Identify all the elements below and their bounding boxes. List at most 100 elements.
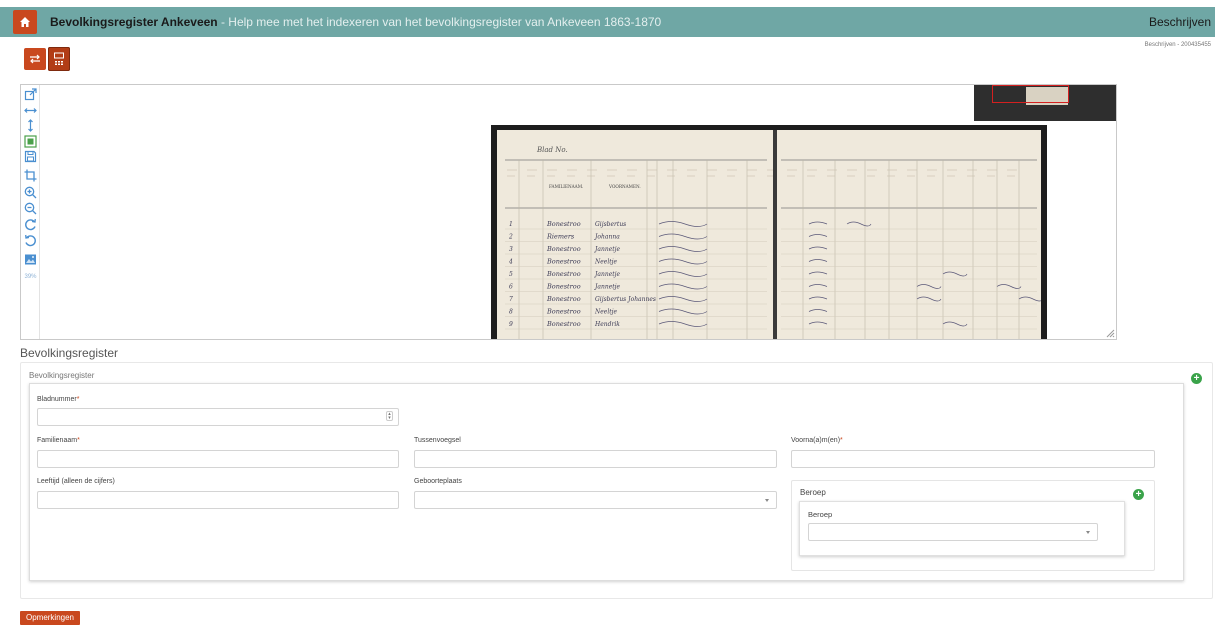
scan-scribble: [808, 309, 828, 312]
scan-familienaam: Bonestroo: [546, 258, 581, 266]
tussenvoegsel-label: Tussenvoegsel: [414, 437, 461, 444]
scan-row-number: 9: [509, 321, 513, 328]
register-scan-image[interactable]: Blad No. FAMILIENAAM. VOORNAMEN. 1 Bonestroo…: [491, 125, 1047, 339]
task-id: Beschrijven - 200435455: [1144, 42, 1211, 48]
scan-voornamen: Neeltje: [594, 309, 618, 316]
scan-scribble: [808, 234, 828, 237]
add-record-button[interactable]: +: [1191, 373, 1202, 384]
scan-row-number: 4: [508, 259, 513, 266]
scan-scribble: [808, 259, 828, 262]
scan-familienaam: Bonestroo: [546, 220, 581, 228]
plus-icon: +: [1193, 373, 1200, 384]
zoom-in-icon[interactable]: [24, 186, 37, 199]
home-icon: [20, 17, 30, 27]
scan-row-number: 3: [509, 246, 513, 253]
scan-familienaam: Bonestroo: [546, 308, 581, 316]
scan-row-number: 1: [509, 221, 513, 228]
scan-column-header: FAMILIENAAM.: [549, 184, 583, 189]
viewer-toolbar: 39%: [21, 85, 40, 339]
scan-scribble: [658, 296, 708, 302]
scan-scribble: [808, 271, 828, 275]
resize-grip-icon[interactable]: [1106, 329, 1115, 338]
scan-row-number: 2: [508, 234, 513, 241]
scan-row-number: 8: [509, 309, 513, 316]
minimap-viewport-frame[interactable]: [992, 85, 1069, 103]
app-title: Bevolkingsregister Ankeveen - Help mee m…: [50, 15, 661, 29]
bladnummer-input[interactable]: [37, 408, 399, 426]
project-title[interactable]: Bevolkingsregister Ankeveen: [50, 15, 218, 29]
scan-scribble: [808, 284, 828, 287]
image-viewer[interactable]: 39% Blad No. FAMILIENAAM. VOORNAMEN. 1 Bones…: [20, 84, 1117, 340]
scan-voornamen: Jannetje: [593, 271, 621, 278]
fit-width-icon[interactable]: [24, 104, 37, 117]
scan-scribble: [658, 233, 708, 240]
scan-scribble: [808, 246, 828, 250]
layout-horizontal-button[interactable]: [24, 48, 46, 70]
scan-scribble: [658, 246, 708, 252]
scan-scribble: [808, 296, 828, 300]
scan-column-header: VOORNAMEN.: [608, 184, 641, 189]
fit-page-icon[interactable]: [24, 135, 37, 148]
scan-scribble: [658, 321, 708, 327]
scan-scribble: [916, 296, 942, 302]
scan-familienaam: Bonestroo: [546, 320, 581, 328]
fit-height-icon[interactable]: [24, 119, 37, 132]
number-spinner-icon[interactable]: ▴ ▾: [386, 411, 393, 421]
scan-familienaam: Riemers: [546, 233, 575, 241]
scan-row-number: 5: [509, 271, 513, 278]
scan-scribble: [808, 221, 828, 225]
familienaam-label: Familienaam*: [37, 437, 80, 444]
register-scan-content: Blad No. FAMILIENAAM. VOORNAMEN. 1 Bonestroo…: [505, 146, 1044, 339]
familienaam-input[interactable]: [37, 450, 399, 468]
plus-icon: +: [1135, 489, 1142, 500]
scan-scribble: [1018, 296, 1044, 302]
beroep-group-title: Beroep: [800, 488, 826, 497]
save-icon[interactable]: [24, 150, 37, 163]
rotate-left-icon[interactable]: [24, 234, 37, 247]
opmerkingen-button[interactable]: Opmerkingen: [20, 611, 80, 625]
layout-stacked-icon: [54, 52, 64, 65]
scan-page: Blad No. FAMILIENAAM. VOORNAMEN. 1 Bonestroo…: [497, 130, 1044, 339]
scan-familienaam: Bonestroo: [546, 295, 581, 303]
leeftijd-input[interactable]: [37, 491, 399, 509]
scan-voornamen: Jannetje: [593, 246, 621, 253]
scan-scribble: [658, 221, 708, 227]
voornamen-input[interactable]: [791, 450, 1155, 468]
layout-vertical-button[interactable]: [48, 47, 70, 71]
crop-icon[interactable]: [24, 169, 37, 182]
external-link-icon[interactable]: [24, 88, 37, 101]
panel-label: Bevolkingsregister: [29, 371, 95, 380]
scan-scribble: [658, 271, 708, 277]
swap-horizontal-icon: [30, 54, 40, 64]
image-icon[interactable]: [24, 253, 37, 266]
scan-familienaam: Bonestroo: [546, 270, 581, 278]
scan-row-number: 6: [509, 284, 513, 291]
scan-scribble: [996, 284, 1022, 289]
scan-voornamen: Gijsbertus: [595, 221, 626, 228]
viewer-minimap[interactable]: [974, 85, 1116, 121]
scan-row-number: 7: [509, 296, 513, 303]
voornamen-label: Voorna(a)m(en)*: [791, 437, 843, 444]
scan-familienaam: Bonestroo: [546, 245, 581, 253]
geboorteplaats-label: Geboorteplaats: [414, 478, 462, 485]
scan-voornamen: Jannetje: [593, 284, 621, 291]
scan-familienaam: Bonestroo: [546, 283, 581, 291]
scan-scribble: [808, 321, 828, 325]
geboorteplaats-select[interactable]: [414, 491, 777, 509]
scan-voornamen: Gijsbertus Johannes: [595, 296, 656, 303]
nav-beschrijven[interactable]: Beschrijven: [1149, 15, 1211, 29]
scan-scribble: [658, 308, 708, 315]
beroep-label: Beroep: [808, 510, 833, 519]
zoom-out-icon[interactable]: [24, 202, 37, 215]
bladnummer-label: Bladnummer*: [37, 396, 80, 403]
scan-voornamen: Hendrik: [594, 321, 620, 328]
add-beroep-button[interactable]: +: [1133, 489, 1144, 500]
rotate-right-icon[interactable]: [24, 218, 37, 231]
zoom-level: 39%: [24, 274, 37, 280]
scan-scribble: [942, 271, 968, 277]
scan-scribble: [658, 258, 708, 265]
beroep-select[interactable]: [808, 523, 1098, 541]
top-navbar: Bevolkingsregister Ankeveen - Help mee m…: [0, 7, 1215, 37]
home-button[interactable]: [13, 10, 37, 34]
tussenvoegsel-input[interactable]: [414, 450, 777, 468]
